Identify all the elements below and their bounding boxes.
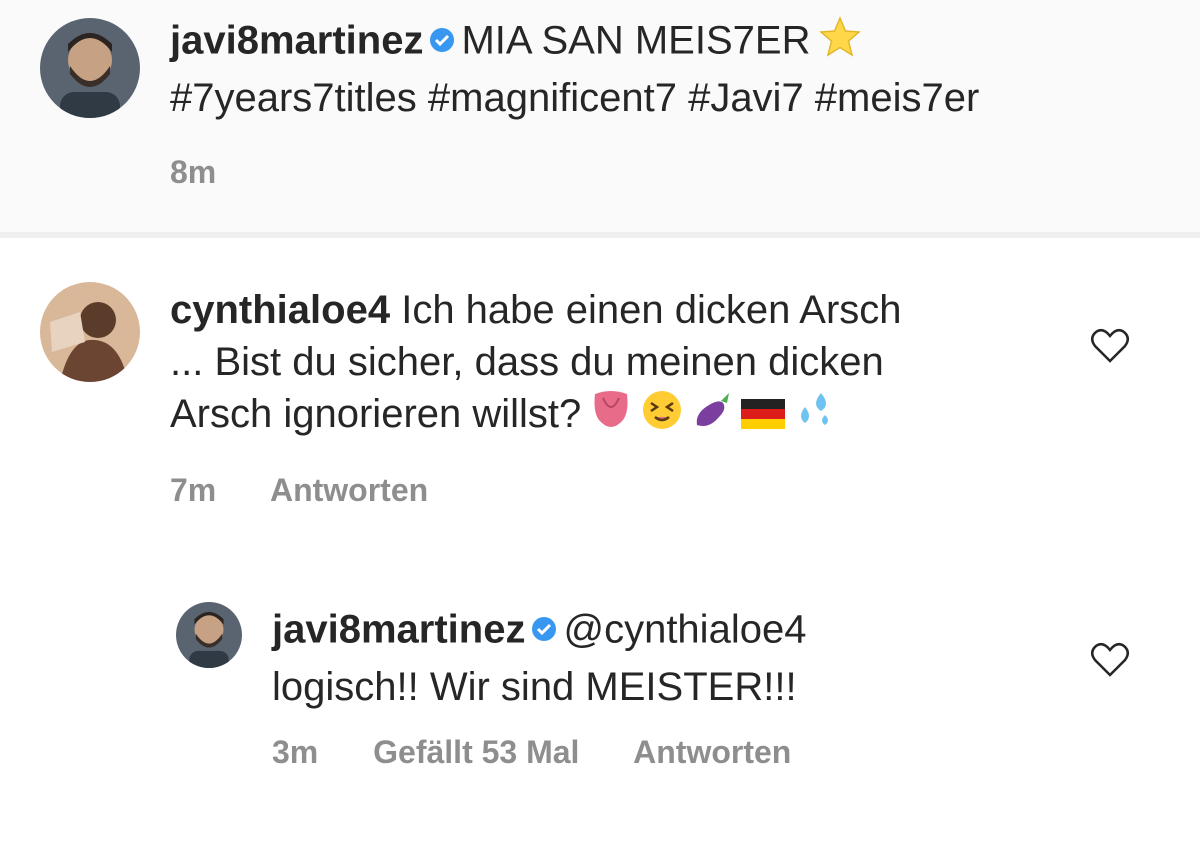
like-heart-icon[interactable] [1090, 328, 1130, 369]
comment-line1: Ich habe einen dicken Arsch [401, 288, 902, 332]
comment-text: cynthialoe4 Ich habe einen dicken Arsch … [170, 284, 1070, 444]
caption-meta: 8m [170, 154, 262, 191]
comment-line3: Arsch ignorieren willst? [170, 392, 582, 436]
reply-text: javi8martinez @cynthialoe4 logisch!! Wir … [272, 603, 1092, 713]
eggplant-icon [691, 389, 733, 444]
comment-line2: ... Bist du sicher, dass du meinen dicke… [170, 340, 884, 384]
reply-like-heart-icon[interactable] [1090, 642, 1130, 683]
caption-text: javi8martinez MIA SAN MEIS7ER #7years7tit… [170, 14, 1170, 124]
tongue-icon [589, 390, 633, 443]
divider [0, 232, 1200, 238]
avatar[interactable] [40, 18, 140, 118]
reply-meta: 3m Gefällt 53 Mal Antworten [272, 734, 837, 771]
caption-username[interactable]: javi8martinez [170, 19, 423, 63]
caption-time: 8m [170, 154, 217, 190]
dizzy-face-icon [641, 389, 683, 444]
reply-username[interactable]: javi8martinez [272, 608, 525, 652]
comment-time: 7m [170, 472, 217, 508]
verified-badge-icon [531, 603, 557, 655]
commenter-avatar[interactable] [40, 282, 140, 382]
reply-mention[interactable]: @cynthialoe4 [563, 608, 806, 652]
caption-line1: MIA SAN MEIS7ER [461, 18, 811, 63]
comment-meta: 7m Antworten [170, 472, 474, 509]
reply-likes-count[interactable]: Gefällt 53 Mal [373, 734, 579, 770]
caption-hashtags[interactable]: #7years7titles #magnificent7 #Javi7 #mei… [170, 76, 979, 120]
reply-time: 3m [272, 734, 319, 770]
comment-reply-button[interactable]: Antworten [270, 472, 428, 508]
reply-body: logisch!! Wir sind MEISTER!!! [272, 665, 797, 709]
sweat-droplets-icon [793, 389, 835, 444]
verified-badge-icon [429, 14, 455, 66]
comment-username[interactable]: cynthialoe4 [170, 288, 390, 332]
germany-flag-icon [741, 390, 786, 442]
reply-avatar[interactable] [176, 602, 242, 668]
star-icon [818, 15, 862, 71]
reply-reply-button[interactable]: Antworten [633, 734, 791, 770]
